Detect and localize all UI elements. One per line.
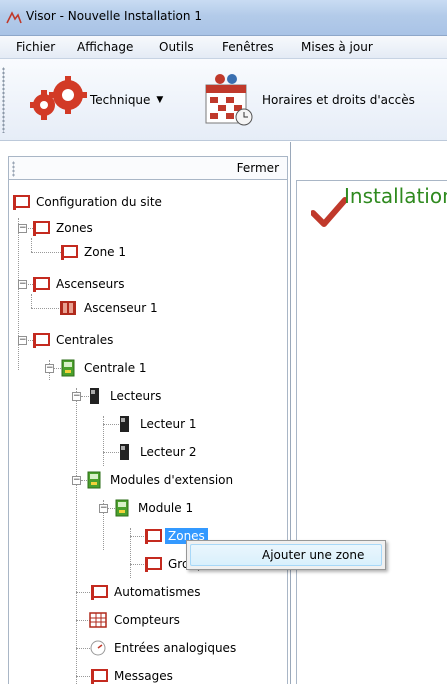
reader-icon	[90, 388, 99, 404]
tree-item-configuration[interactable]: Configuration du site	[11, 192, 165, 212]
tree-item-label: Module 1	[138, 501, 194, 515]
tree-item-modules[interactable]: Modules d'extension	[85, 470, 236, 490]
toolbar: Technique ▼ Horaires et droits d'accès	[0, 59, 447, 141]
tree-item-label: Centrales	[56, 333, 114, 347]
flag-icon	[31, 275, 50, 293]
menu-fenetres[interactable]: Fenêtres	[222, 40, 274, 54]
collapse-centrale-icon[interactable]: −	[45, 364, 54, 373]
app-icon	[6, 11, 22, 24]
checkmark-icon	[311, 197, 347, 227]
toolbar-grip[interactable]	[2, 67, 5, 133]
tree-item-label: Lecteurs	[110, 389, 162, 403]
title-bar: Visor - Nouvelle Installation 1	[0, 0, 447, 36]
add-zone-label: Ajouter une zone	[262, 548, 365, 562]
context-menu: Ajouter une zone	[186, 540, 386, 570]
tree-item-lecteurs[interactable]: Lecteurs	[85, 386, 164, 406]
tree-item-label: Centrale 1	[84, 361, 147, 375]
panel-grip[interactable]	[12, 161, 15, 177]
collapse-zones-icon[interactable]: −	[18, 224, 27, 233]
menu-fichier[interactable]: Fichier	[16, 40, 55, 54]
tree-item-label: Compteurs	[114, 613, 180, 627]
tree-item-label: Modules d'extension	[110, 473, 234, 487]
technique-label: Technique	[90, 93, 151, 107]
horaires-label: Horaires et droits d'accès	[262, 93, 415, 107]
flag-icon	[143, 527, 162, 545]
tree-item-centrale-1[interactable]: Centrale 1	[59, 358, 150, 378]
reader-icon	[120, 416, 129, 432]
flag-icon	[59, 243, 78, 261]
menu-affichage[interactable]: Affichage	[77, 40, 133, 54]
window-title: Visor - Nouvelle Installation 1	[26, 9, 202, 23]
tree-item-compteurs[interactable]: Compteurs	[89, 610, 183, 630]
collapse-ascenseurs-icon[interactable]: −	[18, 280, 27, 289]
site-tree-panel: Fermer − − − − − − − Configuration du si…	[0, 142, 291, 684]
elevator-icon	[60, 301, 76, 315]
tree-item-zone-1[interactable]: Zone 1	[59, 242, 129, 262]
menu-mises-a-jour[interactable]: Mises à jour	[301, 40, 373, 54]
module-icon	[115, 499, 129, 517]
main-content-panel: Installation	[292, 142, 447, 684]
tree-item-entrees-analogiques[interactable]: Entrées analogiques	[89, 638, 239, 658]
dropdown-arrow-icon[interactable]: ▼	[156, 95, 163, 105]
status-text: Installation	[344, 184, 447, 208]
tree-item-lecteur-2[interactable]: Lecteur 2	[115, 442, 200, 462]
tree-item-module-1[interactable]: Module 1	[113, 498, 196, 518]
menu-bar: Fichier Affichage Outils Fenêtres Mises …	[0, 36, 447, 59]
collapse-centrales-icon[interactable]: −	[18, 336, 27, 345]
collapse-module-icon[interactable]: −	[99, 504, 108, 513]
tree-item-label: Lecteur 1	[140, 417, 197, 431]
control-unit-icon	[61, 359, 75, 377]
module-icon	[87, 471, 101, 489]
horaires-button[interactable]: Horaires et droits d'accès	[202, 65, 415, 135]
flag-icon	[89, 583, 108, 601]
tree-item-label: Automatismes	[114, 585, 201, 599]
calendar-users-icon	[205, 74, 253, 126]
panel-header: Fermer	[8, 156, 288, 180]
tree-item-label: Configuration du site	[36, 195, 162, 209]
tree-item-centrales[interactable]: Centrales	[31, 330, 116, 350]
tree-item-label: Lecteur 2	[140, 445, 197, 459]
flag-icon	[143, 555, 162, 573]
gauge-icon	[90, 640, 106, 656]
close-panel-button[interactable]: Fermer	[237, 161, 279, 175]
flag-icon	[11, 193, 30, 211]
tree-item-label: Zone 1	[84, 245, 126, 259]
main-content-frame	[296, 180, 447, 684]
counter-icon	[89, 612, 107, 628]
flag-icon	[89, 667, 108, 684]
tree-item-messages[interactable]: Messages	[89, 666, 176, 684]
tree-item-label: Ascenseurs	[56, 277, 125, 291]
gears-icon	[30, 76, 87, 120]
collapse-lecteurs-icon[interactable]: −	[72, 392, 81, 401]
tree-item-automatismes[interactable]: Automatismes	[89, 582, 204, 602]
menu-outils[interactable]: Outils	[159, 40, 194, 54]
tree-item-lecteur-1[interactable]: Lecteur 1	[115, 414, 200, 434]
tree-item-ascenseur-1[interactable]: Ascenseur 1	[59, 298, 161, 318]
tree-item-label: Zones	[56, 221, 93, 235]
technique-button[interactable]: Technique ▼	[24, 65, 163, 135]
collapse-modules-icon[interactable]: −	[72, 476, 81, 485]
reader-icon	[120, 444, 129, 460]
add-zone-menu-item[interactable]: Ajouter une zone	[190, 544, 382, 566]
tree-view[interactable]: − − − − − − − Configuration du site Zone…	[8, 180, 288, 684]
tree-item-label: Entrées analogiques	[114, 641, 237, 655]
tree-item-label: Messages	[114, 669, 173, 683]
tree-item-label: Ascenseur 1	[84, 301, 158, 315]
flag-icon	[31, 219, 50, 237]
flag-icon	[31, 331, 50, 349]
tree-item-ascenseurs[interactable]: Ascenseurs	[31, 274, 127, 294]
tree-item-zones[interactable]: Zones	[31, 218, 96, 238]
